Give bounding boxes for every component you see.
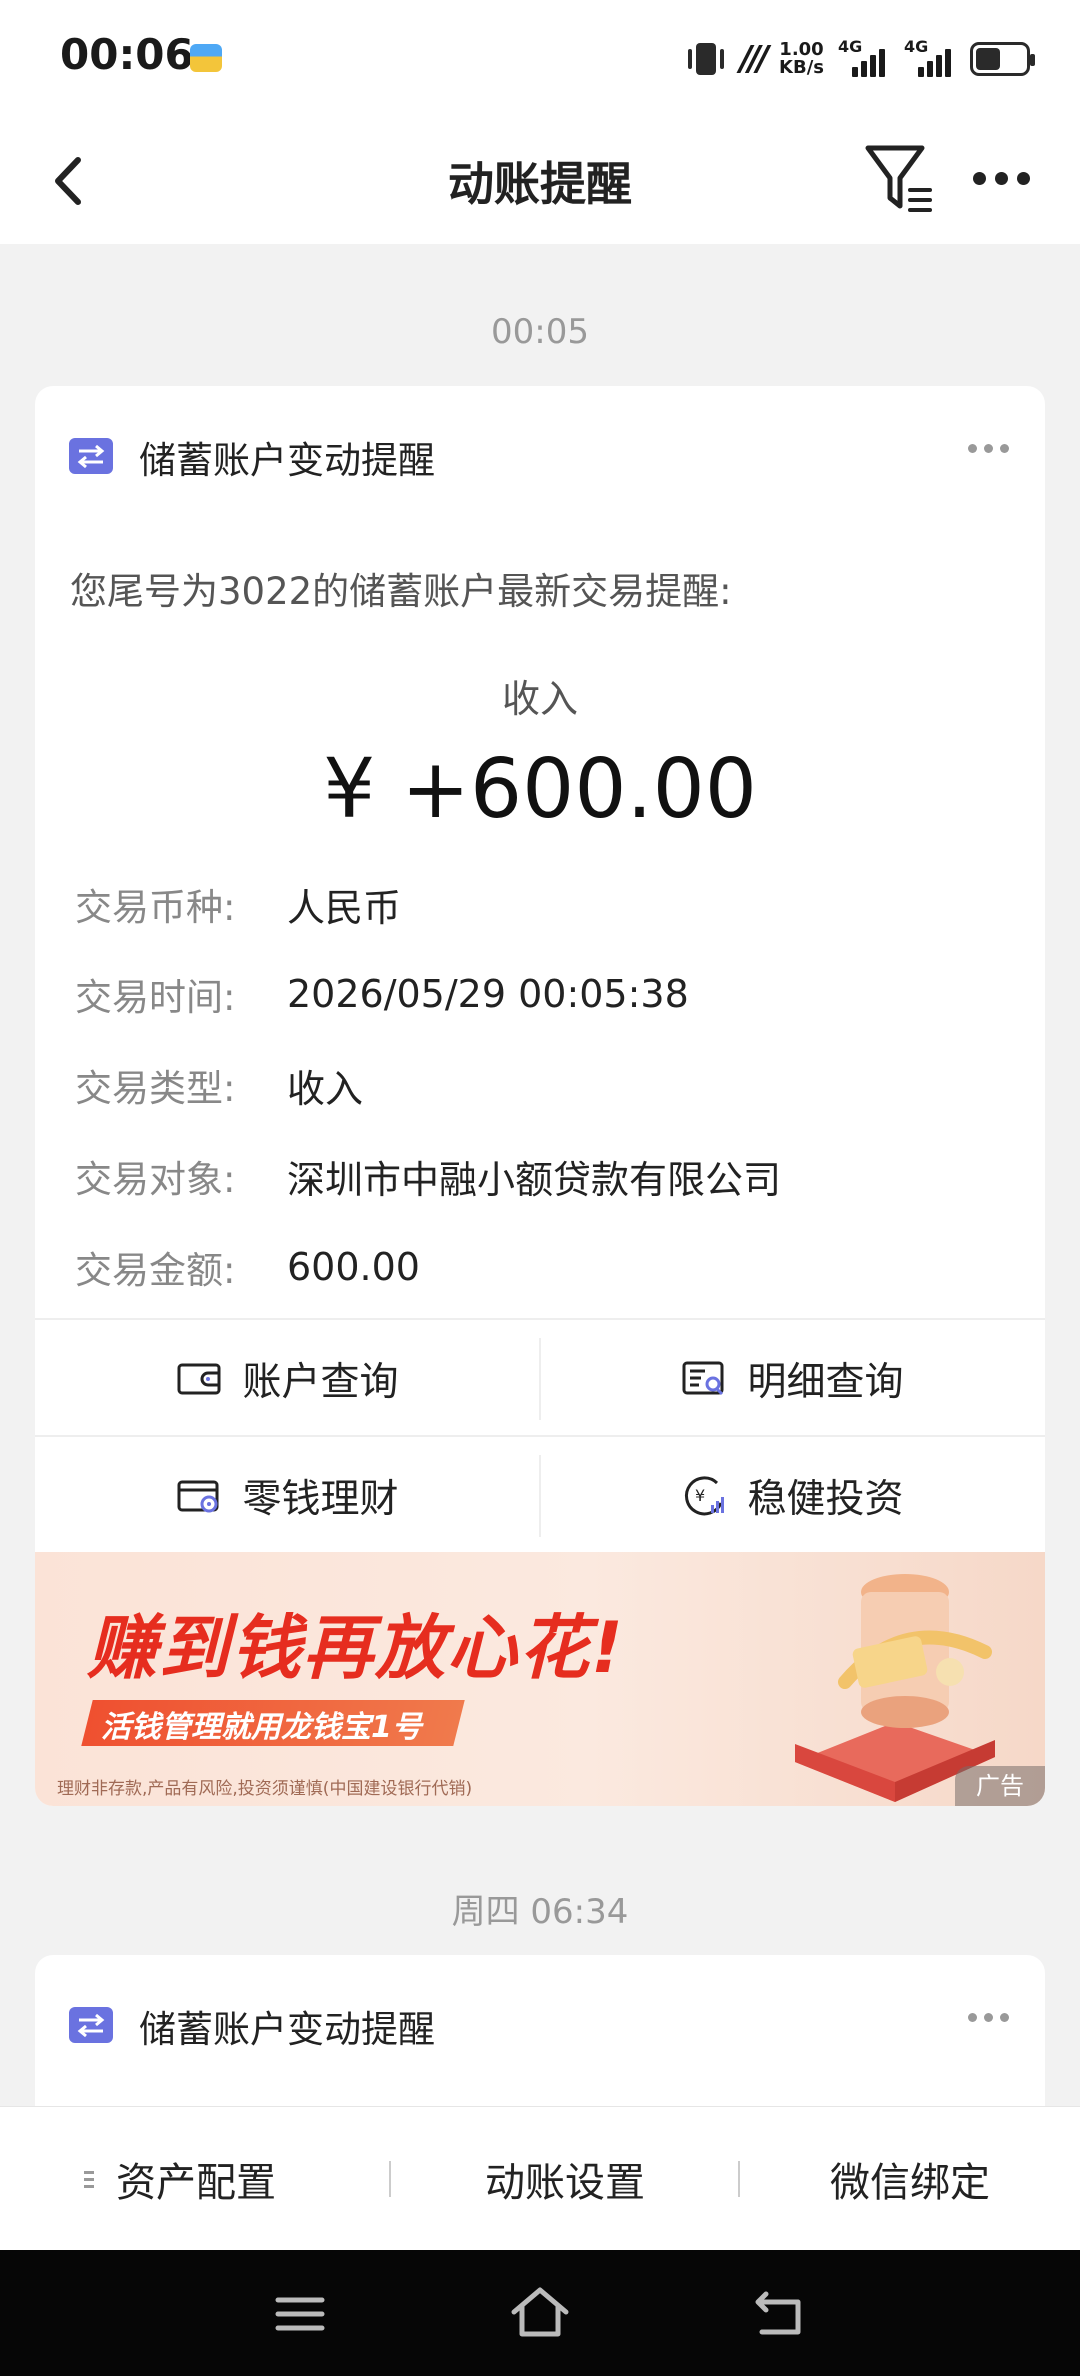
detail-label: 交易金额: xyxy=(75,1249,236,1292)
card-header: 储蓄账户变动提醒 xyxy=(35,386,1045,526)
detail-label: 交易对象: xyxy=(75,1158,236,1201)
action-label: 明细查询 xyxy=(747,1359,904,1405)
signal-sim1-icon: 4G xyxy=(838,37,890,81)
statement-search-icon xyxy=(682,1361,724,1395)
detail-value: 人民币 xyxy=(287,885,402,930)
detail-value: 收入 xyxy=(287,1066,364,1111)
change-wealth-button[interactable]: 零钱理财 xyxy=(35,1437,540,1554)
transfer-icon xyxy=(69,2007,113,2043)
system-navigation-bar xyxy=(0,2250,1080,2376)
ad-tag: 广告 xyxy=(955,1766,1045,1806)
action-label: 账户查询 xyxy=(242,1359,399,1405)
banner-headline: 赚到钱再放心花! xyxy=(87,1607,625,1689)
card-more-button[interactable] xyxy=(968,444,1009,453)
detail-row-amount: 交易金额: 600.00 xyxy=(75,1237,420,1297)
detail-query-button[interactable]: 明细查询 xyxy=(540,1320,1045,1437)
banner-subline: 活钱管理就用龙钱宝1号 xyxy=(101,1710,422,1745)
tab-alert-settings[interactable]: 动账设置 xyxy=(390,2107,740,2251)
action-row: 账户查询 明细查询 xyxy=(35,1318,1045,1435)
more-options-button[interactable] xyxy=(966,158,1036,198)
action-label: 零钱理财 xyxy=(242,1476,399,1522)
signal-sim2-icon: 4G xyxy=(904,37,956,81)
menu-icon xyxy=(84,2170,94,2188)
account-query-button[interactable]: 账户查询 xyxy=(35,1320,540,1437)
network-speed: 1.00 KB/s xyxy=(779,39,824,78)
card-title: 储蓄账户变动提醒 xyxy=(139,439,435,482)
wallet-icon xyxy=(177,1363,221,1394)
detail-row-counterparty: 交易对象: 深圳市中融小额贷款有限公司 xyxy=(75,1146,781,1206)
vibrate-icon xyxy=(686,39,726,79)
investment-icon: ¥ xyxy=(685,1475,725,1515)
filter-icon xyxy=(865,145,932,212)
tab-label: 资产配置 xyxy=(116,2160,276,2206)
quick-actions: 账户查询 明细查询 零钱理财 ¥ 稳健投资 xyxy=(35,1318,1045,1552)
card-header: 储蓄账户变动提醒 xyxy=(35,1955,1045,2095)
detail-row-type: 交易类型: 收入 xyxy=(75,1055,363,1115)
nfc-icon: /// xyxy=(739,39,769,79)
action-label: 稳健投资 xyxy=(747,1476,904,1522)
back-arrow-icon xyxy=(755,2291,801,2335)
tab-wechat-binding[interactable]: 微信绑定 xyxy=(740,2107,1080,2251)
stable-investment-button[interactable]: ¥ 稳健投资 xyxy=(540,1437,1045,1554)
status-indicators: /// 1.00 KB/s 4G 4G xyxy=(686,34,1035,84)
transaction-type-heading: 收入 xyxy=(501,677,578,721)
transfer-icon xyxy=(69,438,113,474)
detail-value: 2026/05/29 00:05:38 xyxy=(287,972,689,1016)
app-header: 动账提醒 xyxy=(0,118,1080,244)
svg-text:¥: ¥ xyxy=(695,1486,705,1505)
status-time: 00:06 xyxy=(60,30,194,79)
card-more-button[interactable] xyxy=(968,2013,1009,2022)
banner-disclaimer: 理财非存款,产品有风险,投资须谨慎(中国建设银行代销) xyxy=(57,1779,473,1799)
tab-label: 微信绑定 xyxy=(830,2160,990,2206)
detail-label: 交易时间: xyxy=(75,976,236,1019)
battery-icon xyxy=(970,42,1035,76)
message-timestamp: 周四 06:34 xyxy=(451,1892,629,1932)
account-change-card: 储蓄账户变动提醒 您尾号为3022的储蓄账户最新交易提醒: 收入 ¥ +600.… xyxy=(35,386,1045,1806)
action-row: 零钱理财 ¥ 稳健投资 xyxy=(35,1435,1045,1552)
recent-apps-button[interactable] xyxy=(260,2274,340,2354)
notification-app-icon xyxy=(190,44,222,72)
detail-row-currency: 交易币种: 人民币 xyxy=(75,874,401,934)
detail-value: 600.00 xyxy=(287,1245,420,1289)
home-button[interactable] xyxy=(500,2274,580,2354)
filter-button[interactable] xyxy=(862,140,938,220)
detail-label: 交易币种: xyxy=(75,886,236,929)
account-change-card: 储蓄账户变动提醒 xyxy=(35,1955,1045,2115)
promo-banner[interactable]: 赚到钱再放心花! 活钱管理就用龙钱宝1号 理财非存款,产品有风险,投资须谨慎(中… xyxy=(35,1552,1045,1806)
detail-value: 深圳市中融小额贷款有限公司 xyxy=(287,1157,782,1202)
wealth-icon xyxy=(177,1480,219,1512)
card-title: 储蓄账户变动提醒 xyxy=(139,2008,435,2051)
back-nav-button[interactable] xyxy=(740,2274,820,2354)
tab-label: 动账设置 xyxy=(485,2160,645,2206)
status-bar: 00:06 /// 1.00 KB/s 4G 4G xyxy=(0,0,1080,118)
detail-label: 交易类型: xyxy=(75,1067,236,1110)
notice-intro: 您尾号为3022的储蓄账户最新交易提醒: xyxy=(70,570,732,613)
bottom-menu-bar: 资产配置 动账设置 微信绑定 xyxy=(0,2106,1080,2250)
message-timestamp: 00:05 xyxy=(491,312,589,352)
detail-row-time: 交易时间: 2026/05/29 00:05:38 xyxy=(75,964,689,1024)
home-icon xyxy=(511,2287,569,2337)
tab-asset-allocation[interactable]: 资产配置 xyxy=(0,2107,360,2251)
transaction-amount: ¥ +600.00 xyxy=(323,742,757,837)
menu-lines-icon xyxy=(275,2297,325,2331)
